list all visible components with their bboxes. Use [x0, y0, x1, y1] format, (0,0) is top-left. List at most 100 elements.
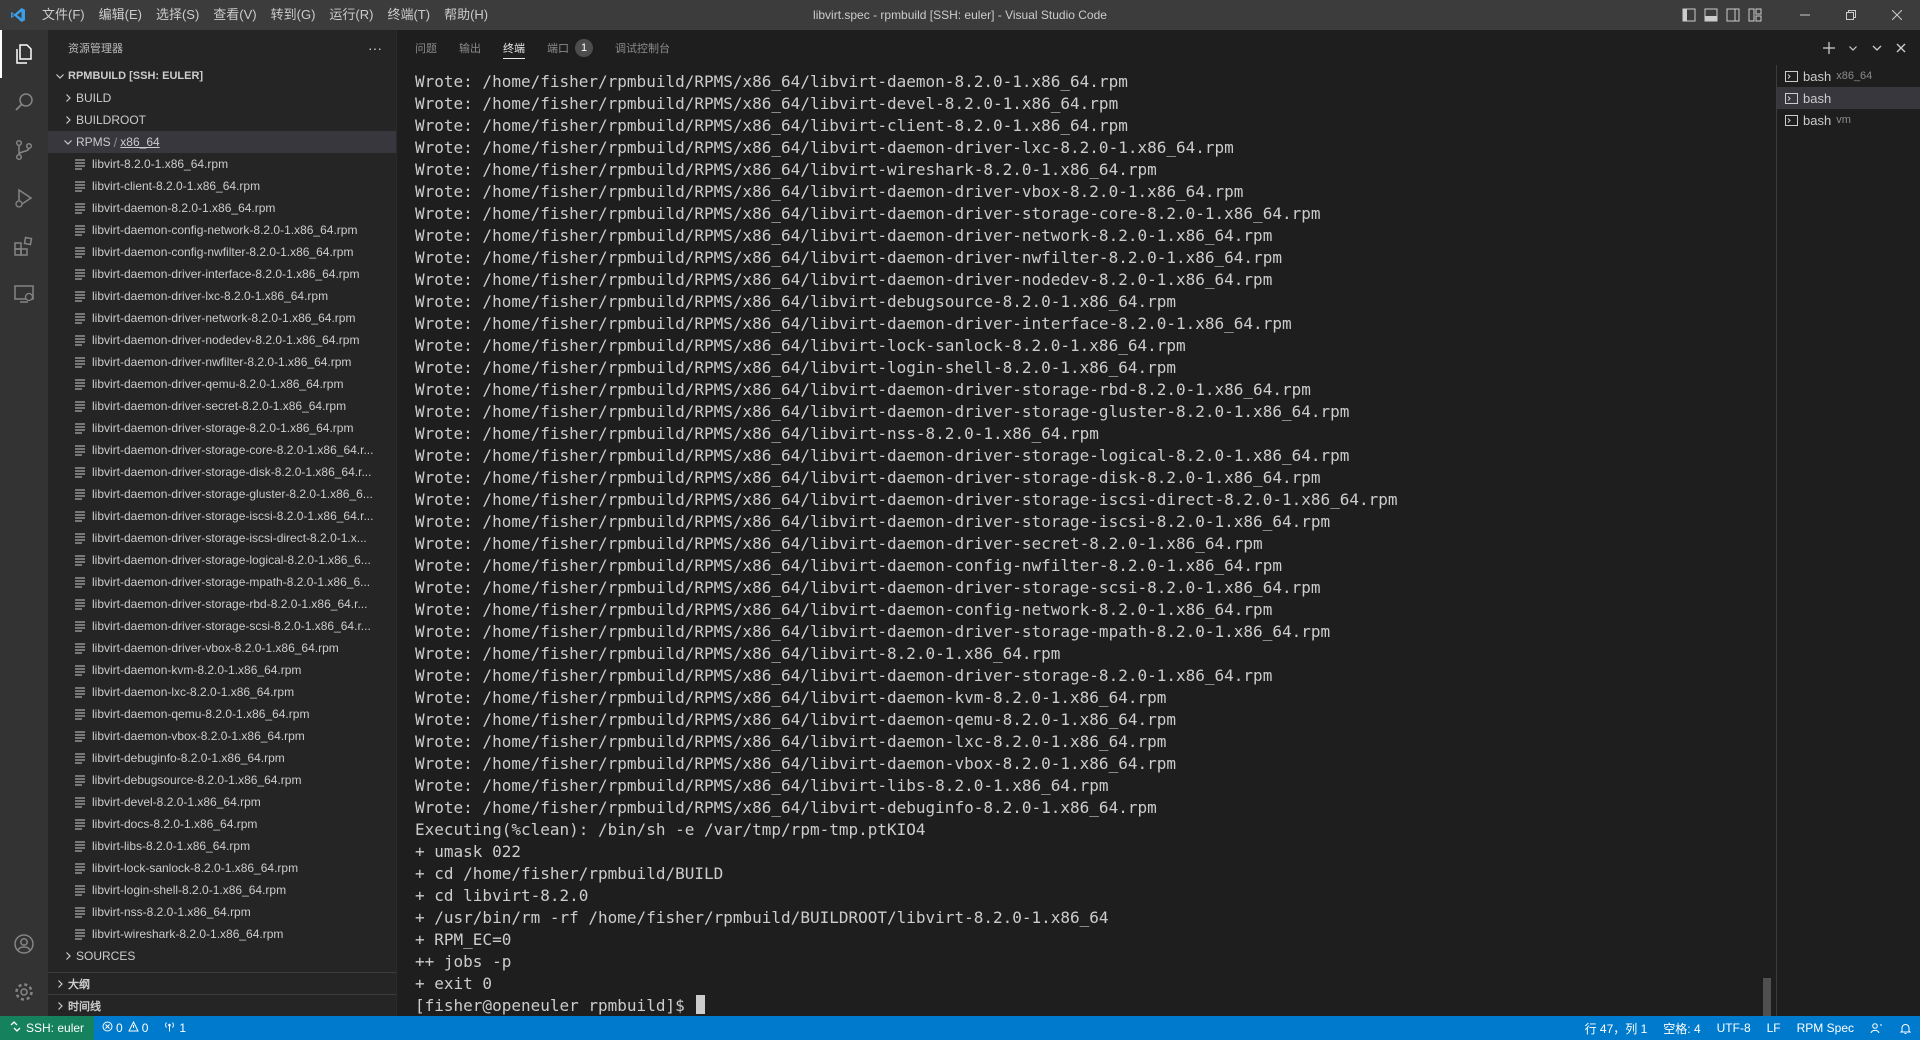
- collapse-panel-icon[interactable]: [1866, 37, 1888, 59]
- file-item[interactable]: libvirt-lock-sanlock-8.2.0-1.x86_64.rpm: [48, 857, 396, 879]
- file-item[interactable]: libvirt-debuginfo-8.2.0-1.x86_64.rpm: [48, 747, 396, 769]
- toggle-panel-icon[interactable]: [1700, 0, 1722, 30]
- menu-terminal[interactable]: 终端(T): [380, 0, 437, 30]
- file-item[interactable]: libvirt-daemon-driver-storage-gluster-8.…: [48, 483, 396, 505]
- terminal-line: ++ jobs -p: [415, 952, 512, 971]
- tab-terminal[interactable]: 终端: [503, 30, 525, 65]
- toggle-sidebar-icon[interactable]: [1678, 0, 1700, 30]
- new-terminal-icon[interactable]: [1818, 37, 1840, 59]
- timeline-section[interactable]: 时间线: [48, 994, 396, 1016]
- toggle-secondary-sidebar-icon[interactable]: [1722, 0, 1744, 30]
- more-actions-icon[interactable]: ···: [368, 40, 382, 56]
- file-item[interactable]: libvirt-daemon-driver-nodedev-8.2.0-1.x8…: [48, 329, 396, 351]
- feedback-icon[interactable]: [1862, 1016, 1891, 1040]
- accounts-icon[interactable]: [0, 920, 48, 968]
- menu-run[interactable]: 运行(R): [322, 0, 380, 30]
- file-item[interactable]: libvirt-daemon-8.2.0-1.x86_64.rpm: [48, 197, 396, 219]
- file-item[interactable]: libvirt-daemon-driver-lxc-8.2.0-1.x86_64…: [48, 285, 396, 307]
- file-item[interactable]: libvirt-daemon-driver-storage-scsi-8.2.0…: [48, 615, 396, 637]
- file-item[interactable]: libvirt-nss-8.2.0-1.x86_64.rpm: [48, 901, 396, 923]
- remote-explorer-icon[interactable]: [0, 270, 48, 318]
- terminal-instance[interactable]: bash x86_64: [1777, 65, 1920, 87]
- terminal-scrollbar[interactable]: [1763, 978, 1771, 1016]
- file-item[interactable]: libvirt-daemon-driver-vbox-8.2.0-1.x86_6…: [48, 637, 396, 659]
- menu-go[interactable]: 转到(G): [264, 0, 323, 30]
- terminal-output[interactable]: Wrote: /home/fisher/rpmbuild/RPMS/x86_64…: [415, 71, 1745, 1016]
- file-item[interactable]: libvirt-daemon-kvm-8.2.0-1.x86_64.rpm: [48, 659, 396, 681]
- file-item[interactable]: libvirt-daemon-driver-storage-iscsi-dire…: [48, 527, 396, 549]
- file-item[interactable]: libvirt-daemon-driver-nwfilter-8.2.0-1.x…: [48, 351, 396, 373]
- menu-help[interactable]: 帮助(H): [437, 0, 495, 30]
- file-item[interactable]: libvirt-client-8.2.0-1.x86_64.rpm: [48, 175, 396, 197]
- language-mode[interactable]: RPM Spec: [1789, 1016, 1862, 1040]
- file-item[interactable]: libvirt-debugsource-8.2.0-1.x86_64.rpm: [48, 769, 396, 791]
- file-item-label: libvirt-8.2.0-1.x86_64.rpm: [92, 157, 229, 171]
- file-item[interactable]: libvirt-login-shell-8.2.0-1.x86_64.rpm: [48, 879, 396, 901]
- extensions-icon[interactable]: [0, 222, 48, 270]
- source-control-icon[interactable]: [0, 126, 48, 174]
- close-panel-icon[interactable]: [1890, 37, 1912, 59]
- restore-icon[interactable]: [1828, 0, 1874, 30]
- workspace-root[interactable]: RPMBUILD [SSH: EULER]: [48, 65, 396, 87]
- file-item[interactable]: libvirt-8.2.0-1.x86_64.rpm: [48, 153, 396, 175]
- file-item[interactable]: libvirt-libs-8.2.0-1.x86_64.rpm: [48, 835, 396, 857]
- vscode-logo-icon[interactable]: [0, 0, 35, 30]
- minimize-icon[interactable]: [1782, 0, 1828, 30]
- ports-indicator[interactable]: 1: [156, 1016, 194, 1040]
- file-item[interactable]: libvirt-daemon-driver-storage-iscsi-8.2.…: [48, 505, 396, 527]
- explorer-icon[interactable]: [0, 30, 48, 78]
- file-item[interactable]: libvirt-daemon-lxc-8.2.0-1.x86_64.rpm: [48, 681, 396, 703]
- file-item[interactable]: libvirt-daemon-config-network-8.2.0-1.x8…: [48, 219, 396, 241]
- file-item[interactable]: libvirt-daemon-driver-storage-disk-8.2.0…: [48, 461, 396, 483]
- file-item[interactable]: libvirt-daemon-driver-storage-8.2.0-1.x8…: [48, 417, 396, 439]
- terminal-line: Wrote: /home/fisher/rpmbuild/RPMS/x86_64…: [415, 424, 1099, 443]
- file-item[interactable]: libvirt-daemon-driver-qemu-8.2.0-1.x86_6…: [48, 373, 396, 395]
- terminal-instance-name: bash: [1803, 90, 1832, 106]
- search-icon[interactable]: [0, 78, 48, 126]
- indentation[interactable]: 空格: 4: [1655, 1016, 1708, 1040]
- customize-layout-icon[interactable]: [1744, 0, 1766, 30]
- tab-problems[interactable]: 问题: [415, 30, 437, 65]
- file-item[interactable]: libvirt-daemon-driver-storage-logical-8.…: [48, 549, 396, 571]
- file-item[interactable]: libvirt-docs-8.2.0-1.x86_64.rpm: [48, 813, 396, 835]
- tab-output[interactable]: 输出: [459, 30, 481, 65]
- menu-selection[interactable]: 选择(S): [149, 0, 206, 30]
- terminal-dropdown-icon[interactable]: [1842, 37, 1864, 59]
- menu-file[interactable]: 文件(F): [35, 0, 92, 30]
- terminal-instances-list: bash x86_64bash bash vm: [1776, 65, 1920, 1016]
- close-window-icon[interactable]: [1874, 0, 1920, 30]
- file-item[interactable]: libvirt-daemon-driver-storage-rbd-8.2.0-…: [48, 593, 396, 615]
- file-item[interactable]: libvirt-daemon-driver-interface-8.2.0-1.…: [48, 263, 396, 285]
- file-item[interactable]: libvirt-daemon-qemu-8.2.0-1.x86_64.rpm: [48, 703, 396, 725]
- folder-sources[interactable]: SOURCES: [48, 945, 396, 967]
- menu-view[interactable]: 查看(V): [206, 0, 263, 30]
- file-item[interactable]: libvirt-daemon-driver-secret-8.2.0-1.x86…: [48, 395, 396, 417]
- settings-gear-icon[interactable]: [0, 968, 48, 1016]
- folder-buildroot[interactable]: BUILDROOT: [48, 109, 396, 131]
- terminal-prompt-line[interactable]: [fisher@openeuler rpmbuild]$: [415, 995, 1745, 1016]
- tab-debug-console[interactable]: 调试控制台: [615, 30, 670, 65]
- terminal-instance[interactable]: bash vm: [1777, 109, 1920, 131]
- file-item[interactable]: libvirt-daemon-driver-storage-mpath-8.2.…: [48, 571, 396, 593]
- problems-indicator[interactable]: 0 0: [94, 1016, 156, 1040]
- remote-indicator[interactable]: SSH: euler: [0, 1016, 95, 1040]
- end-of-line[interactable]: LF: [1759, 1016, 1789, 1040]
- run-debug-icon[interactable]: [0, 174, 48, 222]
- folder-build[interactable]: BUILD: [48, 87, 396, 109]
- file-item[interactable]: libvirt-daemon-config-nwfilter-8.2.0-1.x…: [48, 241, 396, 263]
- menu-edit[interactable]: 编辑(E): [92, 0, 149, 30]
- tab-ports[interactable]: 端口 1: [547, 30, 593, 65]
- folder-rpms-x86_64[interactable]: RPMS / x86_64: [48, 131, 396, 153]
- file-item[interactable]: libvirt-devel-8.2.0-1.x86_64.rpm: [48, 791, 396, 813]
- encoding[interactable]: UTF-8: [1709, 1016, 1759, 1040]
- terminal-line: Wrote: /home/fisher/rpmbuild/RPMS/x86_64…: [415, 556, 1282, 575]
- cursor-position[interactable]: 行 47，列 1: [1577, 1016, 1656, 1040]
- file-item[interactable]: libvirt-wireshark-8.2.0-1.x86_64.rpm: [48, 923, 396, 945]
- notifications-bell-icon[interactable]: [1891, 1016, 1920, 1040]
- file-item[interactable]: libvirt-daemon-vbox-8.2.0-1.x86_64.rpm: [48, 725, 396, 747]
- file-item-label: libvirt-debuginfo-8.2.0-1.x86_64.rpm: [92, 751, 285, 765]
- outline-section[interactable]: 大纲: [48, 972, 396, 994]
- file-item[interactable]: libvirt-daemon-driver-network-8.2.0-1.x8…: [48, 307, 396, 329]
- terminal-instance[interactable]: bash: [1777, 87, 1920, 109]
- file-item[interactable]: libvirt-daemon-driver-storage-core-8.2.0…: [48, 439, 396, 461]
